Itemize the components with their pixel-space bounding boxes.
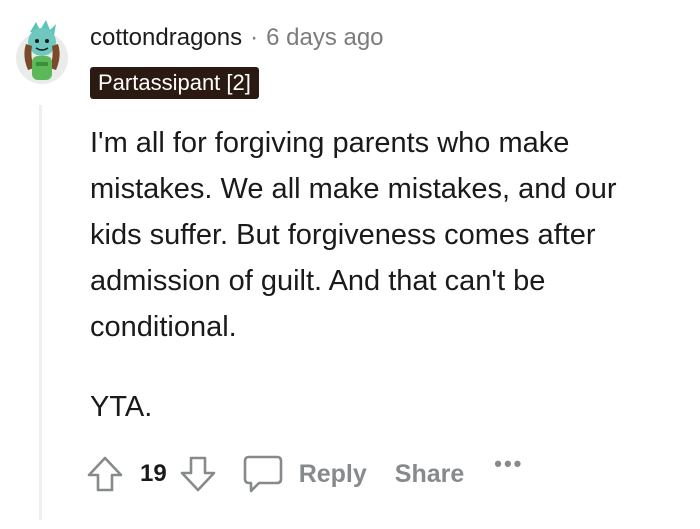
downvote-arrow-icon[interactable] (177, 453, 219, 495)
upvote-arrow-icon[interactable] (84, 453, 126, 495)
comment-actions: 19 Reply Share ••• (84, 448, 523, 500)
user-avatar[interactable] (12, 10, 72, 90)
reply-button[interactable]: Reply (299, 460, 367, 489)
comment-paragraph: I'm all for forgiving parents who make m… (90, 127, 617, 343)
thread-line[interactable] (39, 105, 42, 520)
speech-bubble-icon[interactable] (241, 453, 285, 495)
more-options-icon[interactable]: ••• (494, 451, 523, 477)
dragon-avatar-icon (16, 20, 68, 84)
user-flair: Partassipant [2] (90, 67, 259, 99)
share-button[interactable]: Share (395, 460, 464, 489)
username[interactable]: cottondragons (90, 24, 242, 52)
vote-count: 19 (140, 460, 167, 487)
comment-body: I'm all for forgiving parents who make m… (90, 120, 670, 430)
meta-separator: · (250, 24, 259, 51)
comment-paragraph: YTA. (90, 391, 153, 423)
timestamp[interactable]: 6 days ago (266, 24, 383, 52)
comment-meta: cottondragons · 6 days ago (90, 24, 384, 52)
